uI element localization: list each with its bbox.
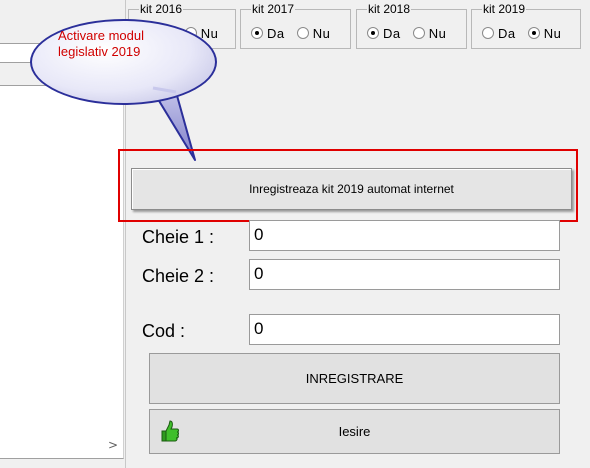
tooltip-text: Activare modul legislativ 2019 bbox=[58, 28, 178, 60]
cheie-1-field[interactable]: 0 bbox=[249, 220, 560, 251]
cheie-2-label: Cheie 2 : bbox=[142, 266, 215, 286]
exit-button-label: Iesire bbox=[338, 424, 371, 439]
register-button[interactable]: INREGISTRARE bbox=[149, 353, 560, 404]
exit-button[interactable]: Iesire bbox=[149, 409, 560, 454]
thumbs-up-icon bbox=[161, 420, 179, 442]
auto-register-button[interactable]: Inregistreaza kit 2019 automat internet bbox=[131, 168, 572, 210]
tooltip-line-1: Activare modul bbox=[58, 28, 144, 43]
cod-field[interactable]: 0 bbox=[249, 314, 560, 345]
cheie-2-field[interactable]: 0 bbox=[249, 259, 560, 290]
cod-label: Cod : bbox=[142, 321, 186, 341]
tooltip-line-2: legislativ 2019 bbox=[58, 44, 141, 59]
cheie-1-label: Cheie 1 : bbox=[142, 227, 215, 247]
